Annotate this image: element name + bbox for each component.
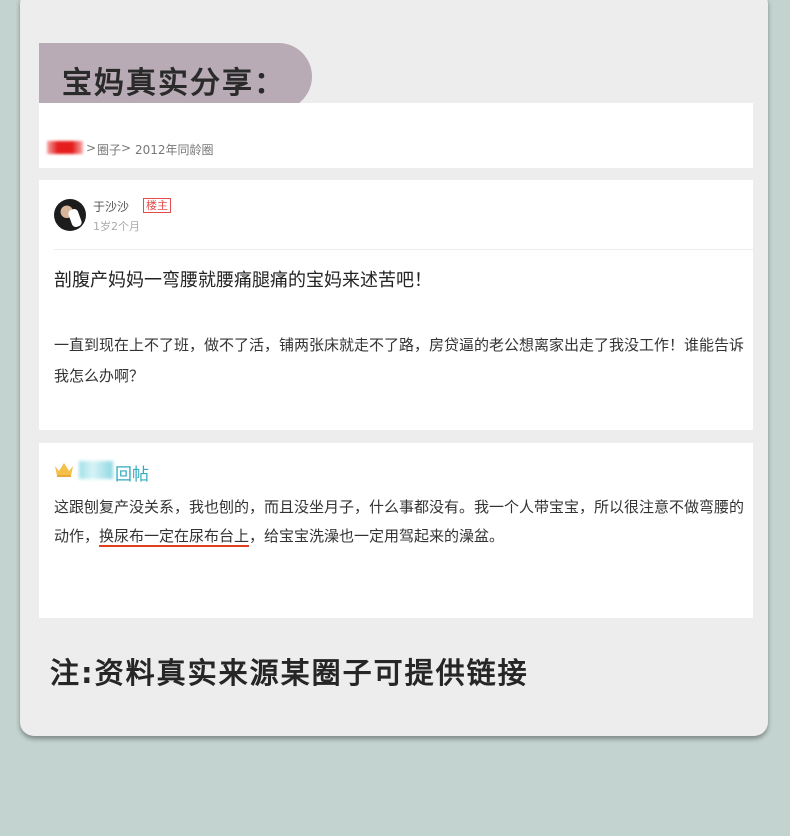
breadcrumb-panel bbox=[39, 103, 753, 168]
post-body: 一直到现在上不了班，做不了活，铺两张床就走不了路，房贷逼的老公想离家出走了我没工… bbox=[54, 336, 745, 385]
reply-text-end: ，给宝宝洗澡也一定用驾起来的澡盆。 bbox=[249, 527, 505, 545]
breadcrumb-circles-link[interactable]: 圈子 bbox=[97, 141, 121, 158]
post-divider bbox=[54, 249, 753, 250]
child-age: 1岁2个月 bbox=[93, 220, 140, 233]
redacted-site-link[interactable] bbox=[47, 141, 83, 154]
source-footnote: 注:资料真实来源某圈子可提供链接 bbox=[50, 656, 529, 690]
crown-icon bbox=[55, 463, 73, 477]
page-heading: 宝妈真实分享： bbox=[62, 66, 286, 101]
reply-body: 这跟刨复产没关系，我也刨的，而且没坐月子，什么事都没有。我一个人带宝宝，所以很注… bbox=[54, 493, 746, 551]
post-panel bbox=[39, 180, 753, 430]
redacted-reply-username[interactable] bbox=[79, 461, 113, 479]
breadcrumb-separator: > bbox=[121, 141, 132, 155]
highlighted-reply-text: 换尿布一定在尿布台上 bbox=[99, 527, 250, 547]
owner-badge: 楼主 bbox=[143, 198, 171, 213]
reply-label: 回帖 bbox=[115, 465, 149, 485]
post-author-name[interactable]: 于沙沙 bbox=[93, 198, 129, 215]
breadcrumb-group-link[interactable]: 2012年同龄圈 bbox=[135, 141, 214, 158]
post-title: 剖腹产妈妈一弯腰就腰痛腿痛的宝妈来述苦吧！ bbox=[54, 270, 432, 291]
user-avatar[interactable] bbox=[54, 199, 86, 231]
breadcrumb-separator: > bbox=[86, 141, 97, 155]
